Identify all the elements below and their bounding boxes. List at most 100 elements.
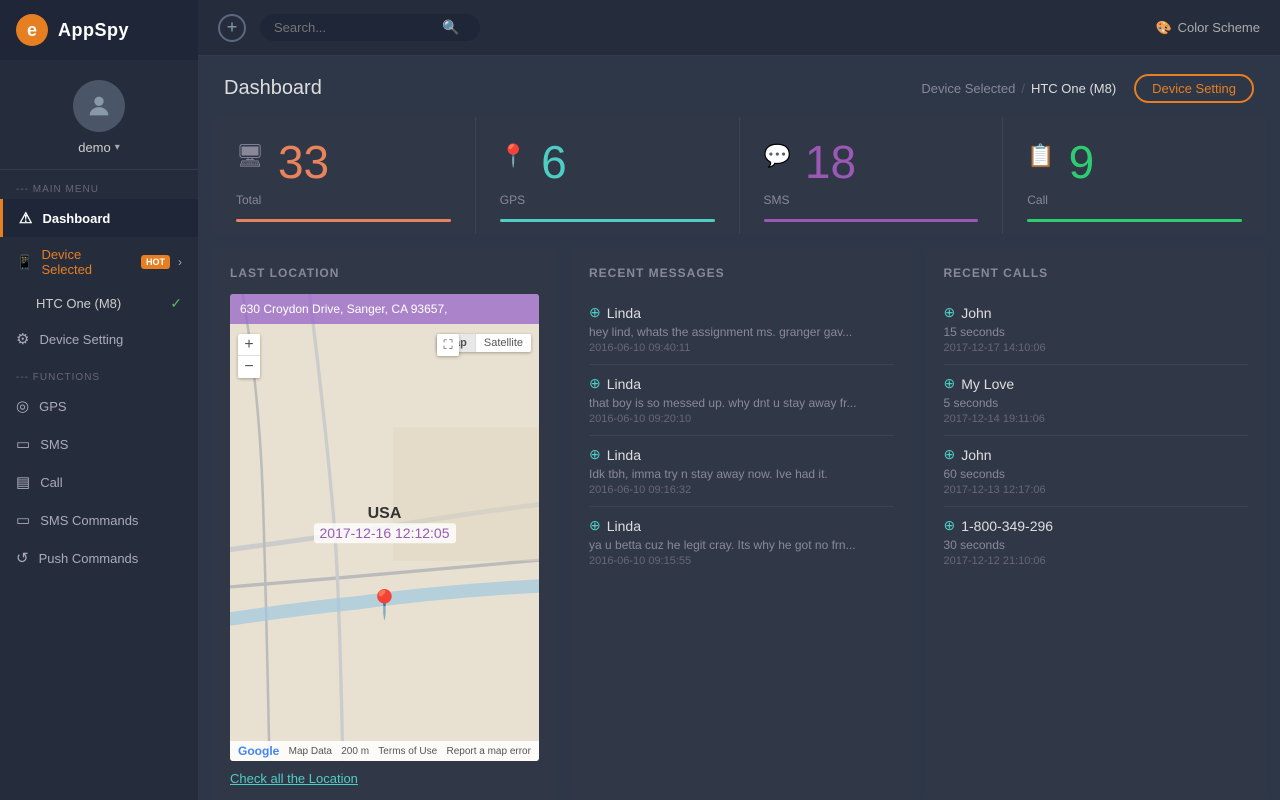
msg-sender-name: Linda [607,447,641,463]
sidebar-item-label: Call [40,475,62,490]
sidebar-item-dashboard[interactable]: ⚠ Dashboard [0,199,198,237]
stats-row: 🖥 33 Total 📍 6 GPS 💬 18 SMS [212,117,1266,234]
map-pin-icon: 📍 [367,588,402,621]
map-data-label: Map Data [289,746,332,757]
call-name-label: My Love [961,376,1014,392]
message-item: ⊕Linda that boy is so messed up. why dnt… [589,365,894,436]
content-row: LAST LOCATION [212,248,1266,800]
stat-label-gps: GPS [500,193,715,207]
message-item: ⊕Linda Idk tbh, imma try n stay away now… [589,436,894,507]
map-zoom-controls[interactable]: + − [238,334,260,378]
map-fullscreen-button[interactable]: ⛶ [437,334,459,356]
call-time: 2017-12-13 12:17:06 [944,484,1249,496]
recent-calls-panel: RECENT CALLS ⊕John 15 seconds 2017-12-17… [926,248,1267,800]
sidebar-item-device-selected[interactable]: 📱 Device Selected HOT › [0,237,198,287]
call-item: ⊕John 60 seconds 2017-12-13 12:17:06 [944,436,1249,507]
sidebar-item-gps[interactable]: ◎ GPS [0,387,198,425]
stat-bar-total [236,219,451,222]
report-link[interactable]: Report a map error [446,746,530,757]
stat-number-total: 33 [278,139,329,185]
sms-icon: ▭ [16,435,30,453]
sidebar-item-label: Dashboard [42,211,110,226]
functions-label: --- FUNCTIONS [0,358,198,387]
push-commands-icon: ↺ [16,549,29,567]
call-contact-icon: ⊕ [944,446,956,463]
avatar [73,80,125,132]
sidebar-header: e AppSpy [0,0,198,60]
call-time: 2017-12-12 21:10:06 [944,555,1249,567]
call-item: ⊕John 15 seconds 2017-12-17 14:10:06 [944,294,1249,365]
device-setting-icon: ⚙ [16,330,29,348]
user-name[interactable]: demo ▾ [78,140,120,155]
user-icon [85,92,113,120]
sidebar-item-device-setting[interactable]: ⚙ Device Setting [0,320,198,358]
app-name: AppSpy [58,20,129,41]
stat-bar-gps [500,219,715,222]
call-item: ⊕1-800-349-296 30 seconds 2017-12-12 21:… [944,507,1249,577]
map-type-satellite-button[interactable]: Satellite [476,334,531,352]
stat-number-call: 9 [1069,139,1095,185]
dashboard-header: Dashboard Device Selected / HTC One (M8)… [198,56,1280,117]
zoom-in-button[interactable]: + [238,334,260,356]
msg-sender-name: Linda [607,518,641,534]
search-input[interactable] [274,20,434,35]
call-name-label: John [961,305,991,321]
map-address-overlay: 630 Croydon Drive, Sanger, CA 93657, [230,294,539,324]
call-contact-icon: ⊕ [944,304,956,321]
terms-link[interactable]: Terms of Use [378,746,437,757]
message-item: ⊕Linda hey lind, whats the assignment ms… [589,294,894,365]
stat-bar-sms [764,219,979,222]
page-title: Dashboard [224,77,322,100]
map-address: 630 Croydon Drive, Sanger, CA 93657, [240,302,447,316]
dashboard-icon: ⚠ [19,209,32,227]
breadcrumb-device-selected: Device Selected [921,81,1015,96]
sidebar-item-call[interactable]: ▤ Call [0,463,198,501]
call-time: 2017-12-14 19:11:06 [944,413,1249,425]
breadcrumb: Device Selected / HTC One (M8) [921,81,1116,96]
last-location-title: LAST LOCATION [230,266,539,280]
sidebar-item-push-commands[interactable]: ↺ Push Commands [0,539,198,577]
sidebar-item-sms-commands[interactable]: ▭ SMS Commands [0,501,198,539]
msg-sender-name: Linda [607,305,641,321]
user-section: demo ▾ [0,60,198,170]
zoom-out-button[interactable]: − [238,356,260,378]
gps-icon: ◎ [16,397,29,415]
color-scheme-button[interactable]: 🎨 Color Scheme [1155,20,1260,36]
sidebar-item-label: Device Setting [39,332,123,347]
recent-messages-panel: RECENT MESSAGES ⊕Linda hey lind, whats t… [571,248,912,800]
stat-bar-call [1027,219,1242,222]
call-icon: ▤ [16,473,30,491]
stat-number-gps: 6 [541,139,567,185]
stat-card-call: 📋 9 Call [1003,117,1266,234]
add-button[interactable]: + [218,14,246,42]
check-all-location-link[interactable]: Check all the Location [230,771,539,786]
stat-number-sms: 18 [805,139,856,185]
stat-card-total: 🖥 33 Total [212,117,476,234]
msg-time: 2016-06-10 09:16:32 [589,484,894,496]
sidebar-item-sms[interactable]: ▭ SMS [0,425,198,463]
color-scheme-icon: 🎨 [1155,20,1171,36]
map-country: USA [314,505,456,523]
user-caret-icon: ▾ [115,142,120,153]
device-selected-icon: 📱 [16,254,33,271]
sidebar: e AppSpy demo ▾ --- MAIN MENU ⚠ Dashboar… [0,0,198,800]
device-setting-button[interactable]: Device Setting [1134,74,1254,103]
sms-commands-icon: ▭ [16,511,30,529]
recent-calls-title: RECENT CALLS [944,266,1249,280]
device-selected-label: Device Selected [41,247,133,277]
msg-contact-icon: ⊕ [589,375,601,392]
stat-label-sms: SMS [764,193,979,207]
add-icon: + [227,17,238,38]
call-duration: 30 seconds [944,538,1249,552]
app-logo: e [16,14,48,46]
msg-sender-name: Linda [607,376,641,392]
call-duration: 60 seconds [944,467,1249,481]
main-menu-label: --- MAIN MENU [0,170,198,199]
sidebar-item-label: GPS [39,399,66,414]
stat-card-gps: 📍 6 GPS [476,117,740,234]
sidebar-device-item[interactable]: HTC One (M8) ✓ [0,287,198,320]
msg-text: Idk tbh, imma try n stay away now. Ive h… [589,467,869,481]
msg-time: 2016-06-10 09:20:10 [589,413,894,425]
google-logo: Google [238,744,279,758]
sidebar-item-label: SMS Commands [40,513,138,528]
